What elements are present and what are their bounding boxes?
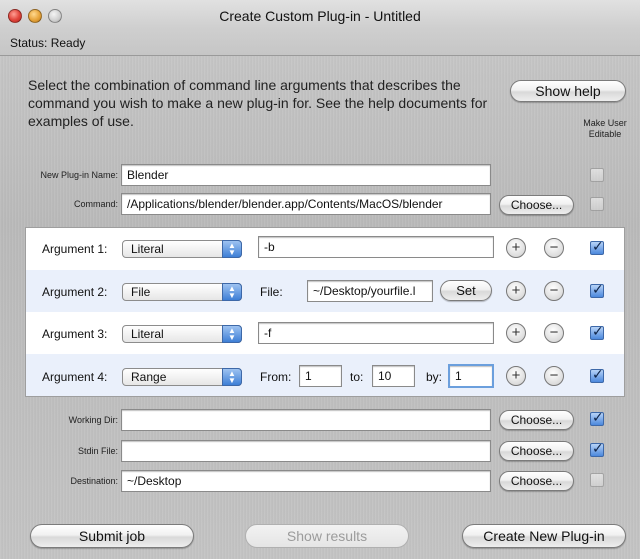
argument-4-by-field[interactable]: 1: [448, 364, 494, 388]
instruction-text: Select the combination of command line a…: [28, 77, 488, 129]
make-user-editable-header: Make User Editable: [583, 118, 627, 139]
argument-1-remove-button[interactable]: −: [544, 238, 564, 258]
argument-3-label: Argument 3:: [42, 327, 108, 341]
argument-2-set-button[interactable]: Set: [440, 280, 492, 301]
stdin-file-label: Stdin File:: [77, 446, 118, 456]
destination-editable-checkbox[interactable]: [590, 473, 604, 487]
argument-4-to-field[interactable]: 10: [372, 365, 415, 387]
argument-row-1: Argument 1: Literal ▲ ▼ -b + −: [26, 228, 624, 270]
argument-1-value-field[interactable]: -b: [258, 236, 494, 258]
plugin-name-editable-checkbox[interactable]: [590, 168, 604, 182]
status-text: Status: Ready: [10, 36, 86, 50]
popup-arrows-icon: ▲ ▼: [222, 368, 242, 386]
argument-1-add-button[interactable]: +: [506, 238, 526, 258]
argument-3-type-popup[interactable]: Literal ▲ ▼: [122, 325, 242, 343]
argument-4-type-popup[interactable]: Range ▲ ▼: [122, 368, 242, 386]
command-label: Command:: [73, 199, 118, 209]
argument-3-add-button[interactable]: +: [506, 323, 526, 343]
argument-3-remove-button[interactable]: −: [544, 323, 564, 343]
popup-arrows-icon: ▲ ▼: [222, 325, 242, 343]
argument-row-2: Argument 2: File ▲ ▼ File: ~/Desktop/your…: [26, 270, 624, 312]
working-dir-editable-checkbox[interactable]: [590, 409, 604, 426]
argument-2-type-popup[interactable]: File ▲ ▼: [122, 283, 242, 301]
argument-2-label: Argument 2:: [42, 285, 108, 299]
destination-choose-button[interactable]: Choose...: [499, 471, 574, 491]
argument-2-file-field[interactable]: ~/Desktop/yourfile.l: [307, 280, 433, 302]
argument-4-type-value: Range: [131, 370, 167, 384]
argument-4-label: Argument 4:: [42, 370, 108, 384]
argument-row-3: Argument 3: Literal ▲ ▼ -f + −: [26, 312, 624, 354]
argument-row-4: Argument 4: Range ▲ ▼ From: 1 to: 10 by: …: [26, 354, 624, 396]
command-field[interactable]: /Applications/blender/blender.app/Conten…: [121, 193, 491, 215]
argument-4-by-label: by:: [426, 370, 443, 384]
argument-2-file-label: File:: [260, 285, 283, 299]
stdin-file-field[interactable]: [121, 440, 491, 462]
argument-4-editable-checkbox[interactable]: [590, 366, 604, 383]
popup-arrows-icon: ▲ ▼: [222, 283, 242, 301]
command-editable-checkbox[interactable]: [590, 197, 604, 211]
working-dir-label: Working Dir:: [68, 415, 118, 425]
create-new-plugin-button[interactable]: Create New Plug-in: [462, 524, 626, 548]
argument-4-from-label: From:: [260, 370, 292, 384]
destination-field[interactable]: ~/Desktop: [121, 470, 491, 492]
working-dir-choose-button[interactable]: Choose...: [499, 410, 574, 430]
argument-4-remove-button[interactable]: −: [544, 366, 564, 386]
argument-1-editable-checkbox[interactable]: [590, 238, 604, 255]
argument-4-add-button[interactable]: +: [506, 366, 526, 386]
argument-1-type-popup[interactable]: Literal ▲ ▼: [122, 240, 242, 258]
window-title: Create Custom Plug-in - Untitled: [219, 8, 421, 24]
show-help-button[interactable]: Show help: [510, 80, 626, 102]
argument-2-type-value: File: [131, 285, 151, 299]
argument-4-to-label: to:: [350, 370, 364, 384]
stdin-file-choose-button[interactable]: Choose...: [499, 441, 574, 461]
argument-1-type-value: Literal: [131, 242, 164, 256]
destination-label: Destination:: [70, 476, 118, 486]
plugin-name-field[interactable]: Blender: [121, 164, 491, 186]
stdin-file-editable-checkbox[interactable]: [590, 440, 604, 457]
popup-arrows-icon: ▲ ▼: [222, 240, 242, 258]
arguments-panel: Argument 1: Literal ▲▼ -b + − Argument 2…: [25, 227, 625, 397]
argument-2-add-button[interactable]: +: [506, 281, 526, 301]
submit-job-button[interactable]: Submit job: [30, 524, 194, 548]
argument-4-from-field[interactable]: 1: [299, 365, 342, 387]
argument-2-remove-button[interactable]: −: [544, 281, 564, 301]
argument-1-label: Argument 1:: [42, 242, 108, 256]
argument-3-editable-checkbox[interactable]: [590, 323, 604, 340]
show-results-button[interactable]: Show results: [245, 524, 409, 548]
working-dir-field[interactable]: [121, 409, 491, 431]
argument-2-editable-checkbox[interactable]: [590, 281, 604, 298]
argument-3-type-value: Literal: [131, 327, 164, 341]
argument-3-value-field[interactable]: -f: [258, 322, 494, 344]
command-choose-button[interactable]: Choose...: [499, 195, 574, 215]
plugin-name-label: New Plug-in Name:: [40, 170, 118, 180]
